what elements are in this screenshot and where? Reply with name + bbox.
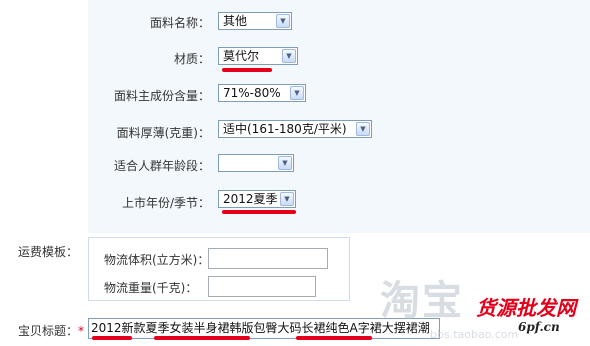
chevron-down-icon[interactable]: ▼ — [276, 14, 290, 28]
logistics-volume-label: 物流体积(立方米)： — [104, 253, 210, 267]
item-title-label: 宝贝标题：* — [18, 322, 84, 339]
main-content-select[interactable]: 71%-80% ▼ — [218, 84, 306, 102]
chevron-down-icon[interactable]: ▼ — [278, 156, 292, 170]
season-value: 2012夏季 — [223, 192, 278, 206]
logistics-weight-label: 物流重量(千克)： — [104, 281, 198, 295]
material-select[interactable]: 莫代尔 ▼ — [218, 47, 298, 65]
required-mark: * — [78, 324, 85, 338]
annotation-underline-title-3 — [296, 336, 372, 340]
shipping-template-label: 运费模板： — [18, 245, 79, 259]
material-value: 莫代尔 — [223, 49, 260, 63]
taobao-watermark: 淘宝 — [380, 278, 464, 324]
overlay-brand-url: 6pf.cn — [518, 320, 560, 334]
chevron-down-icon[interactable]: ▼ — [282, 49, 296, 63]
annotation-underline-season — [222, 210, 296, 214]
logistics-weight-input[interactable] — [208, 276, 316, 297]
item-title-label-text: 宝贝标题： — [18, 324, 79, 338]
age-group-select[interactable]: ▼ — [218, 154, 294, 172]
annotation-underline-material — [222, 68, 272, 72]
annotation-underline-title-2 — [154, 336, 250, 340]
annotation-underline-title-1 — [92, 336, 132, 340]
main-content-value: 71%-80% — [223, 86, 281, 100]
thickness-label: 面料厚薄(克重)： — [116, 126, 210, 140]
chevron-down-icon[interactable]: ▼ — [290, 86, 304, 100]
chevron-down-icon[interactable]: ▼ — [280, 192, 294, 206]
age-group-label: 适合人群年龄段： — [113, 159, 210, 173]
fabric-name-value: 其他 — [223, 14, 248, 28]
chevron-down-icon[interactable]: ▼ — [356, 122, 370, 136]
fabric-name-select[interactable]: 其他 ▼ — [218, 12, 292, 30]
logistics-volume-input[interactable] — [208, 248, 328, 269]
thickness-select[interactable]: 适中(161-180克/平米) ▼ — [218, 120, 372, 138]
material-label: 材质： — [173, 52, 210, 66]
overlay-brand-text: 货源批发网 — [476, 296, 576, 320]
thickness-value: 适中(161-180克/平米) — [223, 122, 347, 136]
main-content-label: 面料主成份含量： — [113, 89, 210, 103]
fabric-name-label: 面料名称： — [149, 16, 210, 30]
season-select[interactable]: 2012夏季 ▼ — [218, 190, 296, 208]
taobao-watermark-url: bbs.taobao.com — [430, 328, 519, 341]
season-label: 上市年份/季节： — [121, 196, 210, 210]
